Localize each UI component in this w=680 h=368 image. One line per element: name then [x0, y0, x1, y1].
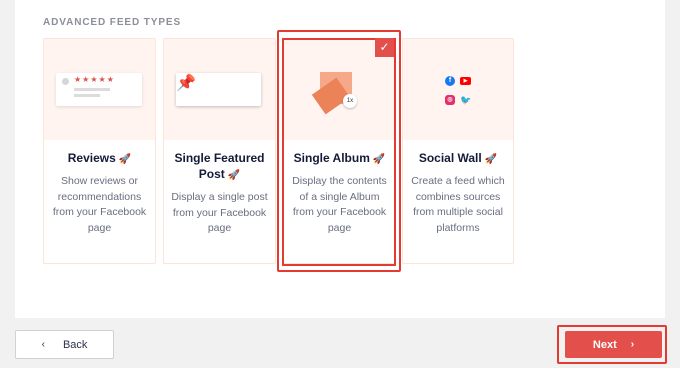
feed-type-card-social-wall[interactable]: Social Wall 🚀 Create a feed which combine…	[402, 38, 514, 264]
chevron-right-icon: ›	[630, 339, 635, 350]
reviews-illustration: ★★★★★	[56, 73, 142, 106]
card-title: Single Featured Post	[174, 151, 265, 181]
avatar-placeholder	[62, 78, 69, 85]
card-illustration-area	[403, 39, 513, 140]
rocket-icon: 🚀	[227, 170, 241, 181]
card-title: Social Wall	[418, 151, 482, 165]
pin-icon: 📌	[176, 73, 261, 106]
checkmark-icon: ✓	[375, 38, 394, 57]
back-button[interactable]: ‹ Back	[15, 330, 114, 359]
rocket-icon: 🚀	[118, 154, 132, 165]
card-title: Reviews	[67, 151, 116, 165]
back-button-label: Back	[62, 338, 88, 351]
next-button-label: Next	[592, 338, 617, 351]
twitter-icon: 🐦	[460, 95, 472, 105]
card-description: Display a single post from your Facebook…	[171, 191, 268, 234]
facebook-icon: f	[445, 76, 455, 86]
star-rating-icon: ★★★★★	[74, 75, 115, 84]
card-description: Create a feed which combines sources fro…	[411, 175, 505, 234]
feed-type-card-reviews[interactable]: Reviews 🚀 Show reviews or recommendations…	[43, 38, 156, 264]
rocket-icon: 🚀	[484, 154, 498, 165]
card-description: Show reviews or recommendations from you…	[52, 175, 147, 234]
instagram-icon: ◎	[445, 95, 455, 105]
section-title: ADVANCED FEED TYPES	[43, 17, 182, 28]
youtube-icon: ▶	[460, 77, 471, 85]
selected-card-border	[282, 38, 396, 266]
feed-type-card-single-featured-post[interactable]: Single Featured Post 🚀 Display a single p…	[163, 38, 276, 264]
chevron-left-icon: ‹	[41, 339, 45, 350]
next-button[interactable]: Next ›	[565, 331, 662, 358]
